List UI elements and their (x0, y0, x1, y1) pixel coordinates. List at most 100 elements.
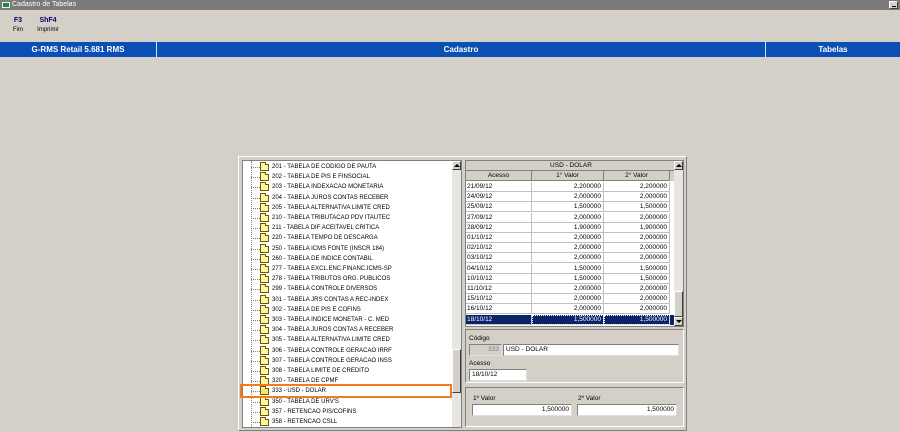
table-row[interactable]: 02/10/12 2,000000 2,000000 (466, 243, 676, 254)
tree-scroll-thumb[interactable] (452, 349, 461, 393)
tree-item[interactable]: 299 - TABELA CONTROLE DIVERSOS (243, 284, 453, 294)
column-header-valor1[interactable]: 1° Valor (532, 171, 604, 181)
grid-scroll-down-button[interactable] (674, 317, 683, 326)
cell-valor1[interactable]: 2,000000 (532, 192, 604, 203)
table-row[interactable]: 11/10/12 2,000000 2,000000 (466, 284, 676, 294)
tree-item[interactable]: 220 - TABELA TEMPO DE DESCARGA (243, 233, 453, 243)
table-row[interactable]: 21/09/12 2,200000 2,200000 (466, 182, 676, 192)
cell-acesso[interactable]: 18/10/12 (466, 314, 532, 325)
tree-item[interactable]: 350 - TABELA DE URV'S (243, 396, 453, 407)
tree-item[interactable]: 305 - TABELA ALTERNATIVA LIMITE CRED (243, 335, 453, 345)
cell-valor2[interactable]: 2,000000 (604, 294, 670, 305)
grid-scroll-up-button[interactable] (674, 161, 683, 170)
column-header-valor2[interactable]: 2° Valor (604, 171, 670, 181)
cell-valor1[interactable]: 2,000000 (532, 284, 604, 294)
cell-valor2[interactable]: 2,000000 (604, 233, 670, 243)
tree-item[interactable]: 308 - TABELA LIMITE DE CREDITO (243, 366, 453, 376)
cell-valor2[interactable]: 2,000000 (604, 304, 670, 315)
tree-item[interactable]: 250 - TABELA ICMS FONTE (INSCR 184) (243, 243, 453, 254)
cell-valor2[interactable]: 1,500000 (604, 273, 670, 284)
valor2-field[interactable]: 1,500000 (577, 404, 677, 416)
cell-acesso[interactable]: 28/09/12 (466, 222, 532, 233)
tree-scrollbar[interactable] (452, 161, 461, 427)
cell-acesso[interactable]: 27/09/12 (466, 212, 532, 223)
cell-acesso[interactable]: 21/09/12 (466, 182, 532, 192)
cell-valor2[interactable]: 2,000000 (604, 253, 670, 264)
tree-item[interactable]: 307 - TABELA CONTROLE GERACAO INSS (243, 355, 453, 366)
cell-valor2[interactable]: 1,500000 (604, 202, 670, 213)
tree-item[interactable]: 205 - TABELA ALTERNATIVA LIMITE CRED (243, 202, 453, 213)
tree-item[interactable]: 306 - TABELA CONTROLE GERACAO IRRF (243, 345, 453, 356)
cell-valor1[interactable]: 2,000000 (532, 294, 604, 305)
cell-acesso[interactable]: 04/10/12 (466, 263, 532, 274)
values-grid[interactable]: USD - DOLAR Acesso 1° Valor 2° Valor 21/… (465, 160, 684, 327)
print-button[interactable]: ShF4 Imprimir (34, 16, 62, 34)
cell-acesso[interactable]: 02/10/12 (466, 243, 532, 254)
cell-acesso[interactable]: 01/10/12 (466, 233, 532, 243)
folder-icon (260, 162, 269, 171)
cell-valor2[interactable]: 1,900000 (604, 222, 670, 233)
grid-scrollbar[interactable] (674, 161, 683, 326)
tree-item[interactable]: 357 - RETENCAO PIS/COFINS (243, 406, 453, 417)
cell-valor2[interactable]: 2,200000 (604, 182, 670, 192)
cell-acesso[interactable]: 25/09/12 (466, 202, 532, 213)
cell-acesso[interactable]: 11/10/12 (466, 284, 532, 294)
cell-valor1[interactable]: 2,000000 (532, 304, 604, 315)
tree-item[interactable]: 203 - TABELA INDEXACAO MONETARIA (243, 182, 453, 192)
table-row[interactable]: 04/10/12 1,500000 1,500000 (466, 263, 676, 274)
cell-valor1[interactable]: 2,000000 (532, 233, 604, 243)
cell-valor1[interactable]: 2,000000 (532, 243, 604, 254)
tree-item[interactable]: 278 - TABELA TRIBUTOS ORG. PUBLICOS (243, 274, 453, 284)
cell-valor2[interactable]: 1,500000 (604, 263, 670, 274)
cell-acesso[interactable]: 15/10/12 (466, 294, 532, 305)
table-row[interactable]: 16/10/12 2,000000 2,000000 (466, 304, 676, 315)
cell-valor1[interactable]: 1,500000 (532, 263, 604, 274)
tree-item[interactable]: 204 - TABELA JUROS CONTAS RECEBER (243, 192, 453, 203)
tree-item[interactable]: 277 - TABELA EXCL.ENC.FINANC.ICMS-SP (243, 264, 453, 274)
tree-item[interactable]: 202 - TABELA DE PIS E FINSOCIAL (243, 172, 453, 182)
tree-item[interactable]: 358 - RETENCAO CSLL (243, 417, 453, 427)
cell-valor1[interactable]: 2,000000 (532, 212, 604, 223)
cell-acesso[interactable]: 10/10/12 (466, 273, 532, 284)
table-row[interactable]: 28/09/12 1,900000 1,900000 (466, 222, 676, 233)
minimize-button[interactable] (889, 1, 898, 9)
tree-item[interactable]: 260 - TABELA DE INDICE CONTABIL (243, 253, 453, 264)
tree-item[interactable]: 211 - TABELA DIF ACEITAVEL CRITICA (243, 223, 453, 233)
table-row[interactable]: 03/10/12 2,000000 2,000000 (466, 253, 676, 264)
table-row[interactable]: 18/10/12 1,500000 1,500000 (466, 314, 676, 325)
valor1-field[interactable]: 1,500000 (472, 404, 572, 416)
table-row[interactable]: 24/09/12 2,000000 2,000000 (466, 192, 676, 203)
tree-item[interactable]: 303 - TABELA INDICE MONETAR - C. MED (243, 315, 453, 325)
end-button[interactable]: F3 Fim (4, 16, 32, 34)
cell-acesso[interactable]: 16/10/12 (466, 304, 532, 315)
tree-item[interactable]: 304 - TABELA JUROS CONTAS A RECEBER (243, 325, 453, 335)
cell-valor1[interactable]: 2,200000 (532, 182, 604, 192)
codigo-description-field[interactable]: USD - DOLAR (503, 344, 679, 356)
cell-valor1[interactable]: 2,000000 (532, 253, 604, 264)
cell-valor1[interactable]: 1,500000 (532, 314, 604, 325)
tree-item[interactable]: 201 - TABELA DE CODIGO DE PAUTA (243, 162, 453, 172)
codigo-field[interactable]: 333 (469, 344, 502, 356)
grid-scroll-thumb[interactable] (674, 291, 683, 317)
tree-item[interactable]: 302 - TABELA DE PIS E COFINS (243, 304, 453, 315)
cell-acesso[interactable]: 03/10/12 (466, 253, 532, 264)
tree-scroll-up-button[interactable] (452, 161, 461, 170)
cell-valor1[interactable]: 1,500000 (532, 273, 604, 284)
table-row[interactable]: 10/10/12 1,500000 1,500000 (466, 273, 676, 284)
tree-item[interactable]: 210 - TABELA TRIBUTACAO PDV ITAUTEC (243, 213, 453, 223)
cell-valor2[interactable]: 2,000000 (604, 243, 670, 254)
cell-valor2[interactable]: 2,000000 (604, 212, 670, 223)
table-row[interactable]: 27/09/12 2,000000 2,000000 (466, 212, 676, 223)
cell-valor1[interactable]: 1,900000 (532, 222, 604, 233)
cell-valor2[interactable]: 2,000000 (604, 284, 670, 294)
cell-valor2[interactable]: 1,500000 (604, 314, 670, 325)
table-row[interactable]: 15/10/12 2,000000 2,000000 (466, 294, 676, 305)
cell-valor1[interactable]: 1,500000 (532, 202, 604, 213)
table-row[interactable]: 01/10/12 2,000000 2,000000 (466, 233, 676, 243)
acesso-field[interactable]: 18/10/12 (469, 369, 527, 381)
tree-item[interactable]: 301 - TABELA JRS CONTAS A REC-INDEX (243, 294, 453, 305)
cell-valor2[interactable]: 2,000000 (604, 192, 670, 203)
column-header-acesso[interactable]: Acesso (466, 171, 532, 181)
cell-acesso[interactable]: 24/09/12 (466, 192, 532, 203)
table-row[interactable]: 25/09/12 1,500000 1,500000 (466, 202, 676, 213)
